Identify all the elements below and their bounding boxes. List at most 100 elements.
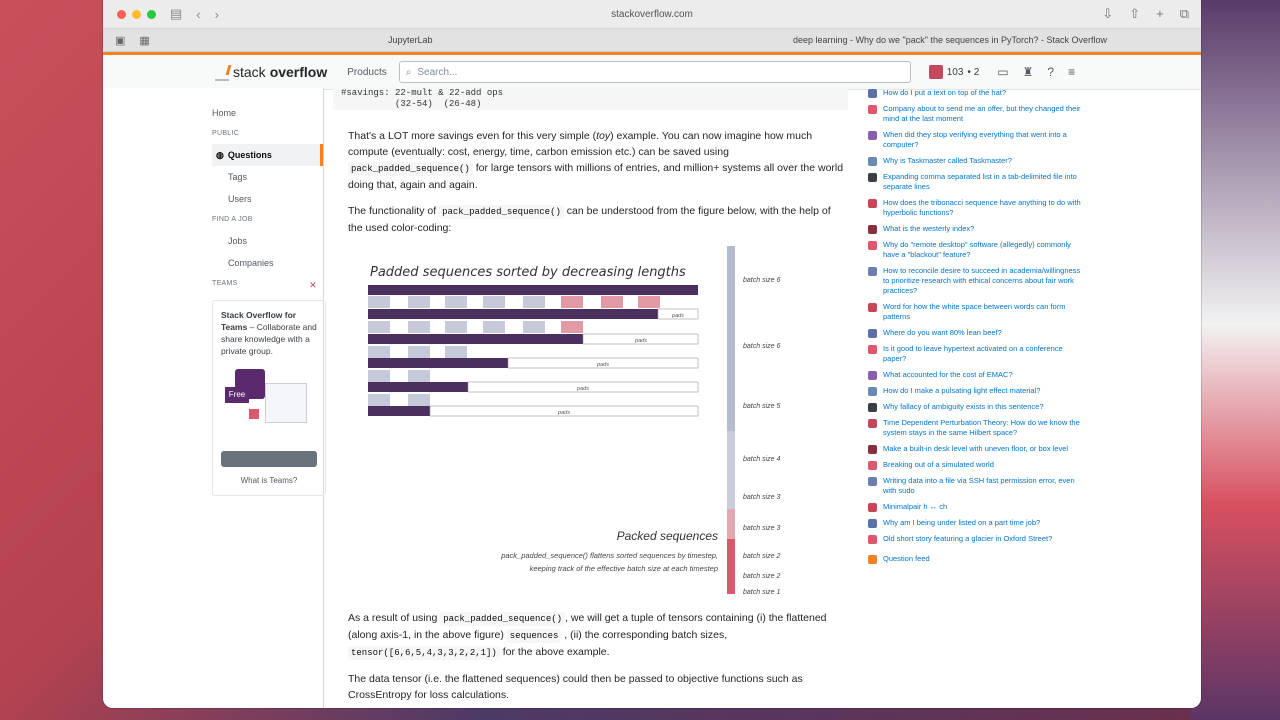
tab-bar: ▣ ▦ JupyterLab deep learning - Why do we …	[103, 29, 1201, 52]
browser-toolbar: ▤ ‹ › stackoverflow.com ⇩ ⇧ + ⧉	[103, 0, 1201, 29]
so-logo-icon	[215, 63, 229, 81]
share-icon[interactable]: ⇧	[1129, 6, 1140, 22]
search-input[interactable]: ⌕ Search...	[398, 61, 911, 83]
site-icon	[868, 387, 877, 396]
hot-question-item[interactable]: Old short story featuring a glacier in O…	[868, 534, 1083, 544]
help-icon[interactable]: ?	[1047, 65, 1054, 79]
hot-question-title: Why is Taskmaster called Taskmaster?	[883, 156, 1012, 165]
batch-label-4: batch size 4	[743, 456, 780, 463]
hot-question-item[interactable]: Writing data into a file via SSH fast pe…	[868, 476, 1083, 496]
left-sidebar: Home PUBLIC ◍ Questions Tags Users FIND A…	[103, 88, 326, 708]
desktop-wallpaper	[1190, 0, 1280, 720]
close-icon[interactable]: ✕	[309, 280, 317, 294]
hot-question-title: Word for how the white space between wor…	[883, 302, 1066, 321]
globe-icon: ◍	[216, 149, 224, 160]
so-logo[interactable]: stack overflow	[215, 63, 327, 81]
question-feed-link[interactable]: Question feed	[868, 554, 1083, 564]
free-badge: Free	[225, 387, 249, 403]
hot-question-title: Make a built-in desk level with uneven f…	[883, 444, 1069, 453]
hot-question-item[interactable]: Word for how the white space between wor…	[868, 302, 1083, 322]
hot-network-questions: How do I put a text on top of the hat? Co…	[868, 88, 1083, 570]
hot-question-title: What accounted for the cost of EMAC?	[883, 370, 1013, 379]
what-is-teams-link[interactable]: What is Teams?	[221, 475, 317, 487]
back-icon[interactable]: ‹	[196, 7, 200, 22]
hot-question-item[interactable]: Is it good to leave hypertext activated …	[868, 344, 1083, 364]
batch-label-5: batch size 3	[743, 494, 780, 501]
padded-rows	[368, 285, 699, 417]
hot-question-item[interactable]: How to reconcile desire to succeed in ac…	[868, 266, 1083, 296]
site-icon	[868, 403, 877, 412]
hot-question-title: How do I put a text on top of the hat?	[883, 88, 1006, 97]
user-card[interactable]: 103 • 2	[928, 65, 979, 79]
hot-question-title: Writing data into a file via SSH fast pe…	[883, 476, 1075, 495]
so-header: stack overflow Products ⌕ Search... 103 •…	[103, 52, 1201, 90]
hot-question-item[interactable]: How do I make a pulsating light effect m…	[868, 386, 1083, 396]
forward-icon[interactable]: ›	[215, 7, 219, 22]
hot-question-item[interactable]: How do I put a text on top of the hat?	[868, 88, 1083, 98]
nav-tags[interactable]: Tags	[212, 166, 323, 188]
hot-question-title: What is the westerly index?	[883, 224, 975, 233]
site-icon	[868, 199, 877, 208]
paragraph-3: As a result of using pack_padded_sequenc…	[348, 612, 827, 660]
batch-label-8: batch size 2	[743, 573, 780, 580]
site-icon	[868, 419, 877, 428]
achievements-icon[interactable]: ♜	[1023, 65, 1034, 79]
teams-illustration: Free	[221, 363, 317, 443]
hot-question-item[interactable]: Expanding comma separated list in a tab-…	[868, 172, 1083, 192]
hot-question-item[interactable]: What accounted for the cost of EMAC?	[868, 370, 1083, 380]
inbox-icon[interactable]: ▭	[997, 65, 1008, 79]
rss-icon	[868, 555, 877, 564]
pads-label-2: pads	[634, 338, 647, 344]
hot-question-title: Old short story featuring a glacier in O…	[883, 534, 1053, 543]
hot-question-title: Expanding comma separated list in a tab-…	[883, 172, 1077, 191]
tab-jupyterlab[interactable]: JupyterLab	[388, 35, 433, 45]
hot-question-item[interactable]: Minimalpair h ↔ ch	[868, 502, 1083, 512]
hot-question-item[interactable]: Why is Taskmaster called Taskmaster?	[868, 156, 1083, 166]
tab-stackoverflow[interactable]: deep learning - Why do we "pack" the seq…	[793, 35, 1107, 45]
site-icon	[868, 445, 877, 454]
hot-question-item[interactable]: When did they stop verifying everything …	[868, 130, 1083, 150]
sidebar-toggle-icon[interactable]: ▤	[170, 6, 182, 22]
hot-question-title: When did they stop verifying everything …	[883, 130, 1067, 149]
pads-label-3: pads	[596, 362, 609, 368]
hot-question-item[interactable]: What is the westerly index?	[868, 224, 1083, 234]
create-team-button[interactable]	[221, 451, 317, 467]
hot-question-item[interactable]: How does the tribonacci sequence have an…	[868, 198, 1083, 218]
hot-question-item[interactable]: Company about to send me an offer, but t…	[868, 104, 1083, 124]
hot-question-item[interactable]: Why am I being under listed on a part ti…	[868, 518, 1083, 528]
answer-body: #savings: 22-mult & 22-add ops (32-54) (…	[333, 88, 848, 703]
nav-jobs[interactable]: Jobs	[212, 230, 323, 252]
batch-label-2: batch size 6	[743, 343, 780, 350]
site-icon	[868, 157, 877, 166]
menu-icon[interactable]: ≡	[1068, 65, 1075, 79]
hot-question-item[interactable]: Breaking out of a simulated world	[868, 460, 1083, 470]
hot-question-item[interactable]: Where do you want 80% lean beef?	[868, 328, 1083, 338]
app-icon[interactable]: ▦	[139, 34, 149, 47]
batch-label-9: batch size 1	[743, 589, 780, 596]
products-link[interactable]: Products	[347, 67, 386, 78]
nav-home[interactable]: Home	[212, 102, 323, 124]
pads-label-5: pads	[557, 410, 570, 416]
address-bar[interactable]: stackoverflow.com	[611, 9, 693, 20]
packed-desc-1: pack_padded_sequence() flattens sorted s…	[500, 551, 718, 560]
nav-users[interactable]: Users	[212, 188, 323, 210]
nav-companies[interactable]: Companies	[212, 252, 323, 274]
nav-questions[interactable]: ◍ Questions	[212, 144, 323, 166]
hot-question-item[interactable]: Why do "remote desktop" software (allege…	[868, 240, 1083, 260]
site-icon	[868, 131, 877, 140]
window-controls[interactable]	[117, 9, 156, 19]
hot-question-title: Minimalpair h ↔ ch	[883, 502, 948, 511]
download-icon[interactable]: ⇩	[1102, 6, 1113, 22]
nav-section-public: PUBLIC	[212, 130, 240, 137]
site-icon	[868, 503, 877, 512]
bookmark-icon[interactable]: ▣	[115, 34, 125, 47]
packing-figure: Padded sequences sorted by decreasing le…	[333, 246, 848, 606]
tabs-overview-icon[interactable]: ⧉	[1180, 6, 1189, 22]
new-tab-icon[interactable]: +	[1156, 6, 1164, 22]
hot-question-title: Company about to send me an offer, but t…	[883, 104, 1081, 123]
hot-question-item[interactable]: Time Dependent Perturbation Theory: How …	[868, 418, 1083, 438]
site-icon	[868, 371, 877, 380]
hot-question-title: Why do "remote desktop" software (allege…	[883, 240, 1071, 259]
hot-question-item[interactable]: Make a built-in desk level with uneven f…	[868, 444, 1083, 454]
hot-question-item[interactable]: Why fallacy of ambiguity exists in this …	[868, 402, 1083, 412]
